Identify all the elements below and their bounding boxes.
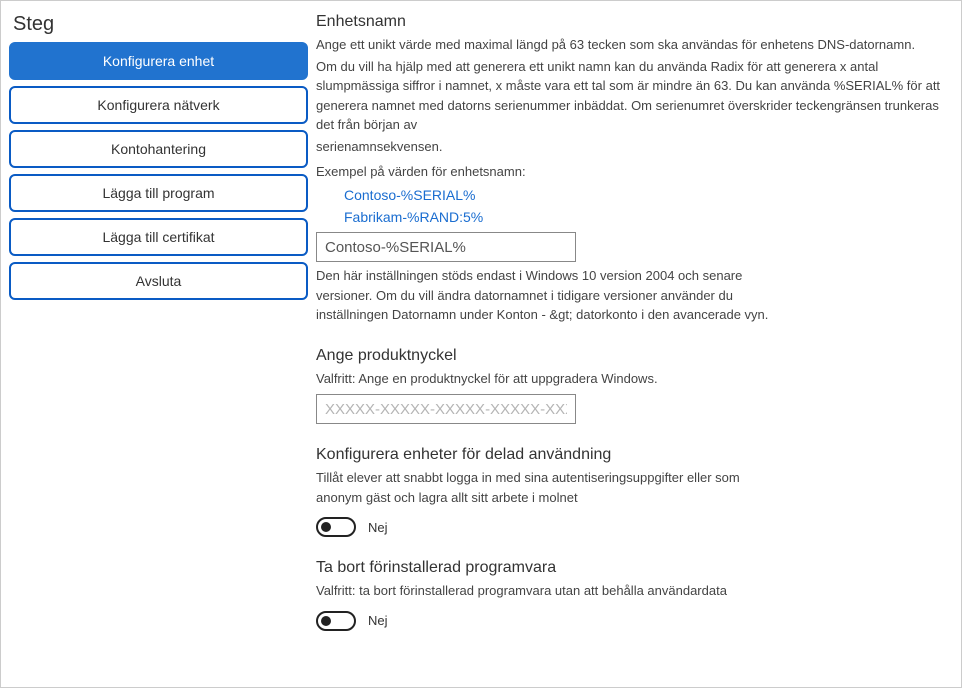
- step-finish[interactable]: Avsluta: [9, 262, 308, 300]
- device-name-heading: Enhetsnamn: [316, 13, 941, 31]
- step-configure-network[interactable]: Konfigurera nätverk: [9, 86, 308, 124]
- device-name-example-label: Exempel på värden för enhetsnamn:: [316, 162, 941, 182]
- product-key-section: Ange produktnyckel Valfritt: Ange en pro…: [316, 347, 941, 425]
- step-configure-device[interactable]: Konfigurera enhet: [9, 42, 308, 80]
- shared-use-toggle-label: Nej: [368, 520, 388, 535]
- remove-software-toggle-label: Nej: [368, 613, 388, 628]
- product-key-heading: Ange produktnyckel: [316, 347, 941, 365]
- step-add-certificates[interactable]: Lägga till certifikat: [9, 218, 308, 256]
- device-name-input[interactable]: [316, 232, 576, 262]
- device-name-example-2[interactable]: Fabrikam-%RAND:5%: [344, 206, 941, 228]
- device-name-section: Enhetsnamn Ange ett unikt värde med maxi…: [316, 13, 941, 325]
- remove-software-heading: Ta bort förinstallerad programvara: [316, 559, 941, 577]
- toggle-knob-icon: [321, 522, 331, 532]
- toggle-knob-icon: [321, 616, 331, 626]
- remove-software-toggle[interactable]: [316, 611, 356, 631]
- shared-use-desc: Tillåt elever att snabbt logga in med si…: [316, 468, 786, 507]
- device-name-example-1[interactable]: Contoso-%SERIAL%: [344, 184, 941, 206]
- remove-software-section: Ta bort förinstallerad programvara Valfr…: [316, 559, 941, 631]
- remove-software-desc: Valfritt: ta bort förinstallerad program…: [316, 581, 786, 601]
- step-add-programs[interactable]: Lägga till program: [9, 174, 308, 212]
- product-key-input[interactable]: [316, 394, 576, 424]
- shared-use-heading: Konfigurera enheter för delad användning: [316, 446, 941, 464]
- device-name-note: Den här inställningen stöds endast i Win…: [316, 266, 776, 325]
- sidebar-title: Steg: [9, 13, 308, 36]
- device-name-desc2: Om du vill ha hjälp med att generera ett…: [316, 57, 941, 135]
- main-content: Enhetsnamn Ange ett unikt värde med maxi…: [316, 9, 961, 687]
- shared-use-section: Konfigurera enheter för delad användning…: [316, 446, 941, 537]
- shared-use-toggle[interactable]: [316, 517, 356, 537]
- product-key-desc: Valfritt: Ange en produktnyckel för att …: [316, 369, 941, 389]
- steps-sidebar: Steg Konfigurera enhet Konfigurera nätve…: [1, 9, 316, 687]
- step-account-management[interactable]: Kontohantering: [9, 130, 308, 168]
- device-name-desc2-small: serienamnsekvensen.: [316, 137, 941, 157]
- device-name-desc1: Ange ett unikt värde med maximal längd p…: [316, 35, 941, 55]
